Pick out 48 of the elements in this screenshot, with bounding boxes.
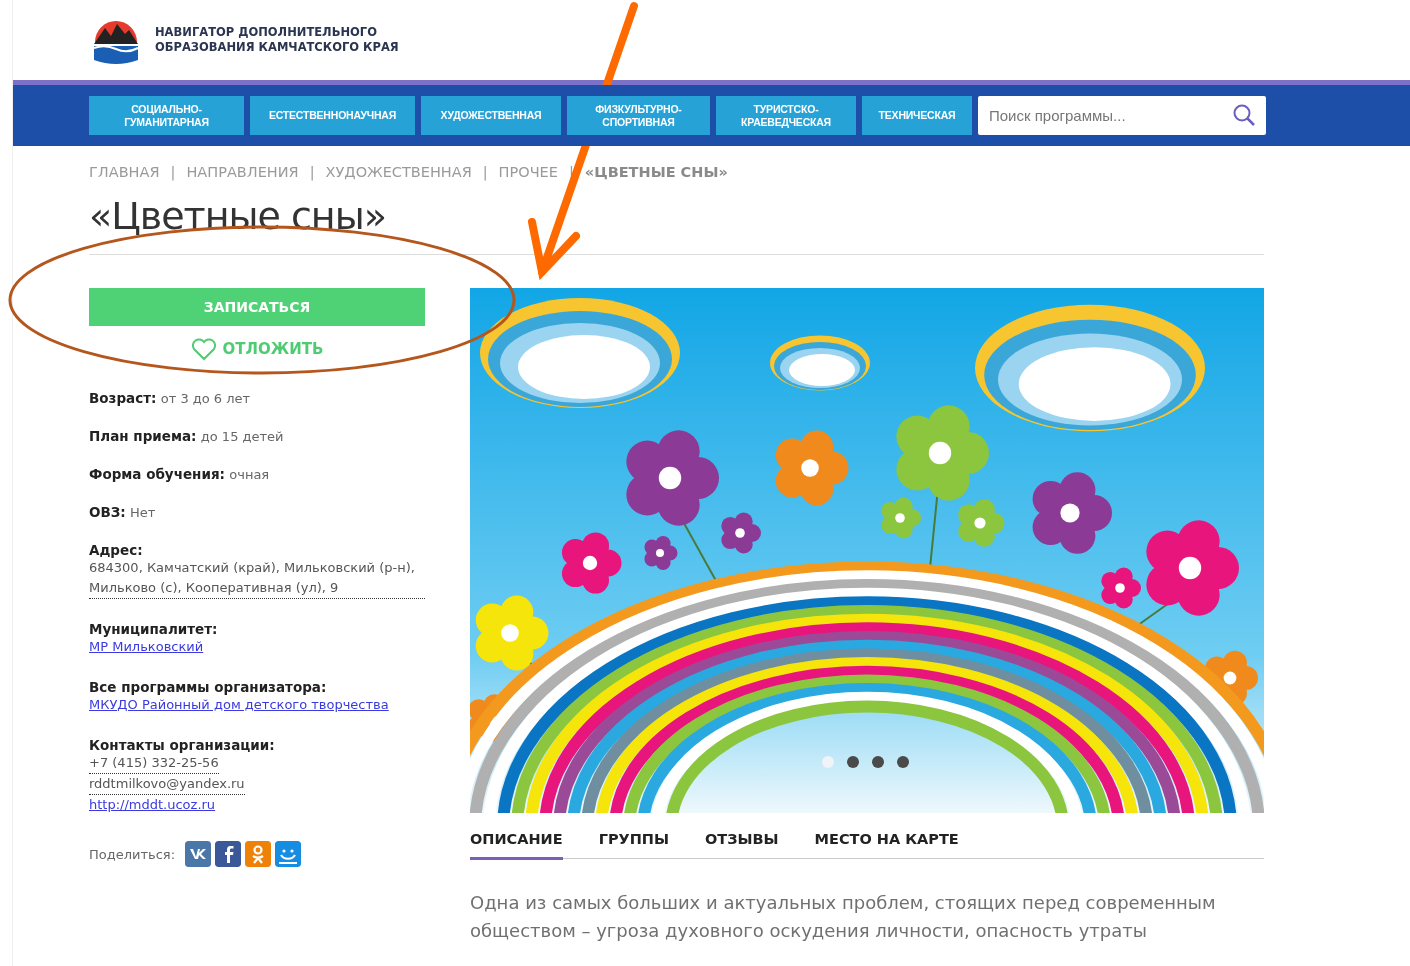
field-value: +7 (415) 332-25-56 <box>89 753 219 774</box>
search-icon[interactable] <box>1232 103 1256 127</box>
social-share-icon[interactable] <box>215 841 242 867</box>
field-value: до 15 детей <box>200 429 284 444</box>
social-share-icon[interactable] <box>185 841 212 867</box>
field-label: Адрес: <box>89 542 143 558</box>
category-button[interactable]: ЕСТЕСТВЕННОНАУЧНАЯ <box>250 96 415 135</box>
field-value: rddtmilkovo@yandex.ru <box>89 774 245 795</box>
tab[interactable]: ГРУППЫ <box>598 831 669 860</box>
field-label: ОВЗ: <box>89 504 126 520</box>
category-button[interactable]: СОЦИАЛЬНО-ГУМАНИТАРНАЯ <box>89 96 244 135</box>
field-link[interactable]: МКУДО Районный дом детского творчества <box>89 697 389 712</box>
breadcrumb-separator: | <box>482 164 488 180</box>
breadcrumb-separator: | <box>170 164 176 180</box>
category-button[interactable]: ТУРИСТСКО-КРАЕВЕДЧЕСКАЯ <box>716 96 856 135</box>
tab[interactable]: ОПИСАНИЕ <box>470 831 563 860</box>
site-title: НАВИГАТОР ДОПОЛНИТЕЛЬНОГО <box>155 25 378 40</box>
tab[interactable]: ОТЗЫВЫ <box>705 831 779 860</box>
field-label: Форма обучения: <box>89 466 225 482</box>
breadcrumb-separator: | <box>309 164 315 180</box>
page-title: «Цветные сны» <box>89 194 387 240</box>
field-value: Нет <box>130 505 156 520</box>
description-text: Одна из самых больших и актуальных проблем, стоящих перед современным обществом – угроза духовного оскудения личности, опасность утраты <box>470 891 1217 943</box>
field-value: от 3 до 6 лет <box>160 391 251 406</box>
field-value: очная <box>229 467 270 482</box>
social-share-icon[interactable] <box>275 841 302 867</box>
breadcrumb-link[interactable]: ГЛАВНАЯ <box>89 164 160 180</box>
field-label: Муниципалитет: <box>89 621 218 637</box>
breadcrumb-link[interactable]: ХУДОЖЕСТВЕННАЯ <box>325 164 472 180</box>
site-title: ОБРАЗОВАНИЯ КАМЧАТСКОГО КРАЯ <box>155 40 399 55</box>
field-link[interactable]: МР Мильковский <box>89 639 204 654</box>
category-button[interactable]: ХУДОЖЕСТВЕННАЯ <box>421 96 561 135</box>
breadcrumb-link[interactable]: ПРОЧЕЕ <box>498 164 558 180</box>
field-label: Контакты организации: <box>89 737 275 753</box>
category-button[interactable]: ТЕХНИЧЕСКАЯ <box>862 96 972 135</box>
breadcrumb-current: «ЦВЕТНЫЕ СНЫ» <box>584 164 728 180</box>
field-link[interactable]: http://mddt.ucoz.ru <box>89 797 216 812</box>
field-label: Возраст: <box>89 390 157 406</box>
field-label: План приема: <box>89 428 197 444</box>
postpone-button[interactable]: ОТЛОЖИТЬ <box>184 336 330 362</box>
category-button[interactable]: ФИЗКУЛЬТУРНО-СПОРТИВНАЯ <box>567 96 710 135</box>
field-label: Все программы организатора: <box>89 679 327 695</box>
search-field[interactable]: Поиск программы... <box>978 96 1266 135</box>
share-label: Поделиться: <box>89 846 176 862</box>
breadcrumb-link[interactable]: НАПРАВЛЕНИЯ <box>186 164 299 180</box>
field-value: 684300, Камчатский (край), Мильковский (р-н), Мильково (с), Кооперативная (ул), 9 <box>89 558 425 599</box>
tab[interactable]: МЕСТО НА КАРТЕ <box>814 831 959 860</box>
enroll-button[interactable]: ЗАПИСАТЬСЯ <box>89 288 425 326</box>
